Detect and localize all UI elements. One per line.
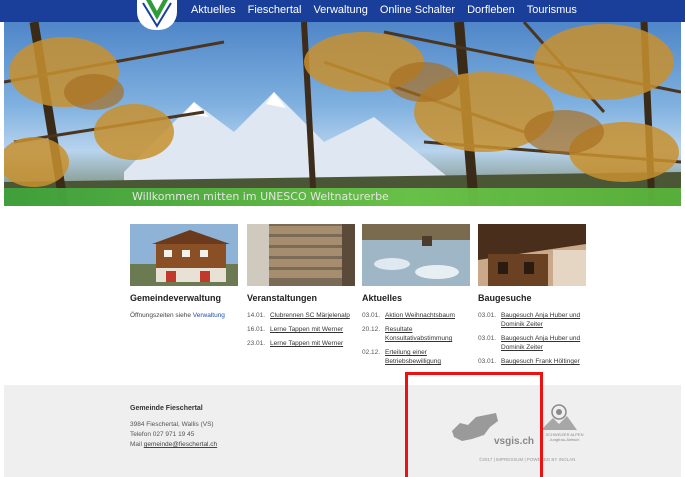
- list-item: 20.12. Resultate Konsultativabstimmung: [362, 326, 453, 342]
- column-title: Gemeindeverwaltung: [130, 293, 222, 303]
- municipality-logo[interactable]: [137, 0, 177, 30]
- thumbnail-house[interactable]: [130, 224, 238, 286]
- list-item: 03.01. Aktion Weihnachtsbaum: [362, 312, 455, 319]
- hero-landscape: [4, 22, 681, 206]
- verwaltung-link[interactable]: Verwaltung: [193, 311, 225, 320]
- highlight-box: [405, 372, 543, 477]
- nav-item-fieschertal[interactable]: Fieschertal: [248, 4, 302, 16]
- footer: Gemeinde Fieschertal 3984 Fieschertal, W…: [4, 385, 681, 477]
- column-title: Aktuelles: [362, 293, 403, 303]
- hero-caption: Willkommen mitten im UNESCO Weltnaturerb…: [132, 190, 389, 203]
- nav-item-tourismus[interactable]: Tourismus: [527, 4, 577, 16]
- list-item: 03.01. Baugesuch Anja Huber und Dominik Z…: [478, 335, 581, 351]
- nav-item-verwaltung[interactable]: Verwaltung: [313, 4, 367, 16]
- unesco-alps-icon[interactable]: [539, 404, 579, 432]
- top-navigation: Aktuelles Fieschertal Verwaltung Online …: [0, 0, 685, 30]
- column-gemeindeverwaltung: Gemeindeverwaltung Öffnungszeiten siehe …: [130, 224, 238, 325]
- column-title: Veranstaltungen: [247, 293, 318, 303]
- column-baugesuche: Baugesuche 03.01. Baugesuch Anja Huber un…: [478, 224, 586, 371]
- column-veranstaltungen: Veranstaltungen 14.01. Clubrennen SC Märj…: [247, 224, 355, 353]
- column-title: Baugesuche: [478, 293, 532, 303]
- list-item: 03.01. Baugesuch Frank Höltinger: [478, 358, 580, 365]
- thumbnail-barn[interactable]: [478, 224, 586, 286]
- nav-item-online-schalter[interactable]: Online Schalter: [380, 4, 455, 16]
- list-item: 03.01. Baugesuch Anja Huber und Dominik Z…: [478, 312, 581, 328]
- list-item: 14.01. Clubrennen SC Märjelenalp: [247, 312, 350, 319]
- unesco-alps-label: SCHWEIZER ALPEN Jungfrau-Aletsch: [545, 432, 584, 442]
- hero-banner: Willkommen mitten im UNESCO Weltnaturerb…: [4, 188, 681, 206]
- thumbnail-wood[interactable]: [247, 224, 355, 286]
- opening-hours-text: Öffnungszeiten siehe Verwaltung: [130, 311, 225, 320]
- footer-mail-link[interactable]: gemeinde@fieschertal.ch: [144, 441, 217, 448]
- column-aktuelles: Aktuelles 03.01. Aktion Weihnachtsbaum 20…: [362, 224, 470, 371]
- footer-address: 3984 Fieschertal, Wallis (VS): [130, 421, 214, 428]
- list-item: 02.12. Erteilung einer Betriebsbewilligun…: [362, 349, 442, 365]
- footer-title: Gemeinde Fieschertal: [130, 405, 203, 412]
- nav-item-aktuelles[interactable]: Aktuelles: [191, 4, 236, 16]
- main-menu: Aktuelles Fieschertal Verwaltung Online …: [191, 4, 577, 16]
- list-item: 16.01. Lerne Tappen mit Werner: [247, 326, 344, 333]
- nav-item-dorfleben[interactable]: Dorfleben: [467, 4, 515, 16]
- footer-phone: Telefon 027 971 19 45: [130, 431, 195, 438]
- footer-mail: Mail gemeinde@fieschertal.ch: [130, 441, 218, 448]
- hero-image: Willkommen mitten im UNESCO Weltnaturerb…: [4, 22, 681, 206]
- thumbnail-river[interactable]: [362, 224, 470, 286]
- list-item: 23.01. Lerne Tappen mit Werner: [247, 340, 344, 347]
